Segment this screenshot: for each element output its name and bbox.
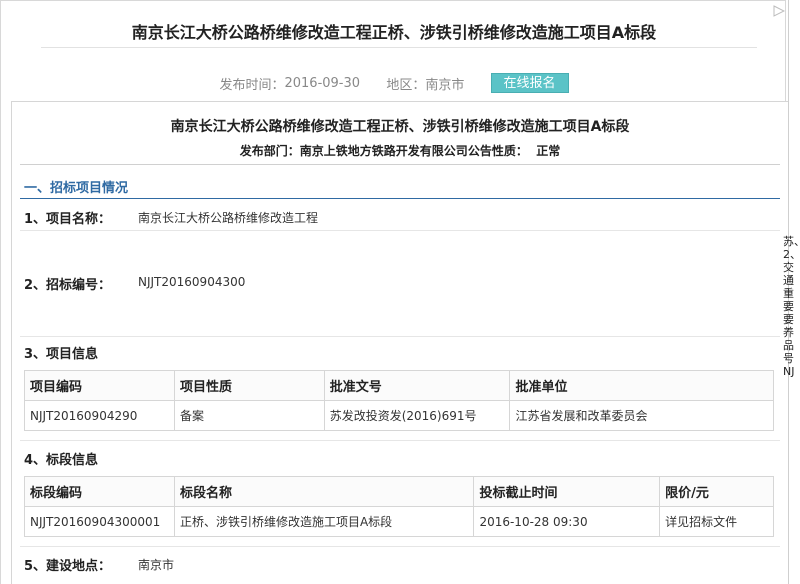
location-label: 5、建设地点： — [24, 559, 112, 574]
column-header: 批准单位 — [509, 370, 774, 401]
notice-page: 南京长江大桥公路桥维修改造工程正桥、涉铁引桥维修改造施工项目A标段 发布时间：2… — [0, 0, 789, 584]
nature-label: 公告性质： — [467, 144, 528, 158]
publish-date-label: 发布时间： — [219, 77, 285, 93]
column-header: 批准文号 — [323, 370, 511, 401]
publish-meta: 发布时间：2016-09-30 地区：南京市 在线报名 — [1, 73, 787, 93]
notice-title: 南京长江大桥公路桥维修改造工程正桥、涉铁引桥维修改造施工项目A标段 — [170, 119, 630, 135]
row-divider — [20, 440, 780, 441]
row-divider — [20, 230, 780, 231]
bid-deadline-cell: 2016-10-28 09:30 — [473, 506, 661, 537]
notice-content: 南京长江大桥公路桥维修改造工程正桥、涉铁引桥维修改造施工项目A标段 发布部门：南… — [11, 101, 789, 584]
column-header: 标段名称 — [173, 476, 475, 507]
dept-label: 发布部门： — [239, 144, 300, 158]
lot-info-label: 4、标段信息 — [24, 453, 99, 468]
project-code-cell: NJJT20160904290 — [24, 400, 175, 431]
table-row: NJJT20160904300001 正桥、涉铁引桥维修改造施工项目A标段 20… — [24, 506, 774, 537]
table-row: NJJT20160904290 备案 苏发改投资发(2016)691号 江苏省发… — [24, 400, 774, 431]
notice-subtitle: 发布部门：南京上铁地方铁路开发有限公司公告性质： 正常 — [12, 142, 788, 159]
row-divider — [20, 546, 780, 547]
column-header: 限价/元 — [659, 476, 774, 507]
publish-date: 2016-09-30 — [284, 75, 361, 91]
column-header: 项目性质 — [173, 370, 325, 401]
side-overflow-text: 苏、2、交通重要要养品号NJ — [783, 235, 800, 378]
column-header: 投标截止时间 — [473, 476, 661, 507]
nature-value: 正常 — [536, 144, 561, 158]
table-header-row: 标段编码 标段名称 投标截止时间 限价/元 — [24, 476, 774, 507]
lot-info-table: 标段编码 标段名称 投标截止时间 限价/元 NJJT20160904300001… — [24, 476, 774, 537]
column-header: 标段编码 — [24, 476, 175, 507]
title-divider — [41, 47, 757, 48]
section-heading: 一、招标项目情况 — [24, 181, 129, 196]
lot-code-cell: NJJT20160904300001 — [24, 506, 175, 537]
approval-number-cell: 苏发改投资发(2016)691号 — [323, 400, 511, 431]
table-header-row: 项目编码 项目性质 批准文号 批准单位 — [24, 370, 774, 401]
subtitle-divider — [20, 164, 780, 165]
row-divider — [20, 336, 780, 337]
region-value: 南京市 — [425, 77, 465, 93]
bid-number-label: 2、招标编号： — [24, 278, 112, 293]
project-info-label: 3、项目信息 — [24, 347, 99, 362]
bid-number-value: NJJT20160904300 — [138, 275, 246, 289]
project-info-table: 项目编码 项目性质 批准文号 批准单位 NJJT20160904290 备案 苏… — [24, 370, 774, 431]
section-divider — [20, 198, 780, 199]
column-header: 项目编码 — [24, 370, 175, 401]
price-limit-cell: 详见招标文件 — [659, 506, 774, 537]
dept-value: 南京上铁地方铁路开发有限公司 — [299, 144, 468, 158]
region-label: 地区： — [386, 77, 426, 93]
project-nature-cell: 备案 — [173, 400, 325, 431]
corner-arrow-icon — [773, 5, 785, 17]
approval-unit-cell: 江苏省发展和改革委员会 — [509, 400, 774, 431]
online-signup-button[interactable]: 在线报名 — [490, 73, 569, 93]
project-name-label: 1、项目名称： — [24, 212, 112, 227]
location-value: 南京市 — [138, 558, 175, 572]
page-title: 南京长江大桥公路桥维修改造工程正桥、涉铁引桥维修改造施工项目A标段 — [131, 23, 657, 42]
lot-name-cell: 正桥、涉铁引桥维修改造施工项目A标段 — [173, 506, 475, 537]
project-name-value: 南京长江大桥公路桥维修改造工程 — [138, 211, 319, 225]
